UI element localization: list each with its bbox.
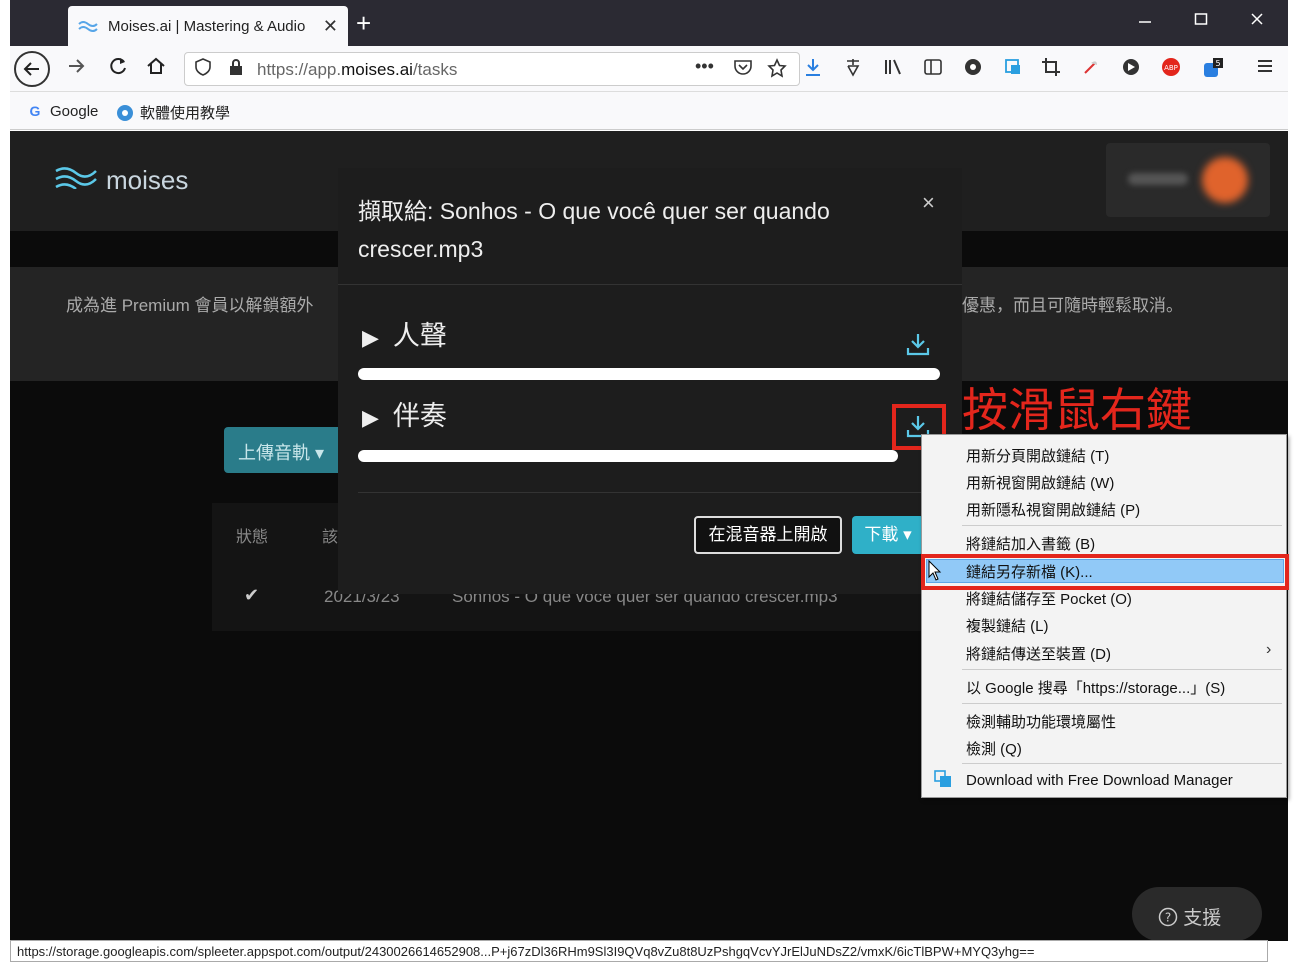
bookmark-star-icon[interactable] [767, 58, 787, 83]
banner-text-right: 優惠，而且可隨時輕鬆取消。 [962, 296, 1183, 315]
save-link-highlight-box [921, 554, 1289, 590]
reload-icon[interactable] [108, 56, 128, 82]
menu-send-to-device[interactable]: 將鏈結傳送至裝置 (D) [966, 643, 1111, 664]
shield-icon[interactable] [195, 58, 211, 81]
menu-open-private-window[interactable]: 用新隱私視窗開啟鏈結 (P) [966, 499, 1140, 520]
track-vocals[interactable]: ▶ 人聲 [362, 314, 447, 353]
stems-modal: 擷取給: Sonhos - O que você quer ser quando… [338, 168, 962, 594]
menu-hamburger-icon[interactable] [1254, 57, 1276, 80]
menu-separator [962, 669, 1282, 670]
tab-close-icon[interactable]: ✕ [323, 16, 338, 37]
new-tab-button[interactable]: + [356, 8, 371, 39]
browser-titlebar: Moises.ai | Mastering & Audio ✕ + [10, 0, 1288, 46]
menu-google-search[interactable]: 以 Google 搜尋「https://storage...」(S) [966, 677, 1225, 698]
bookmarks-bar: G Google 軟體使用教學 [10, 92, 1288, 130]
downloads-icon[interactable] [802, 57, 824, 82]
play-icon[interactable]: ▶ [362, 325, 379, 350]
avatar-image-blur [1202, 157, 1248, 203]
help-circle-icon: ? [1158, 907, 1183, 929]
modal-footer-divider [358, 492, 940, 493]
extension-circle-icon[interactable] [962, 57, 984, 82]
moises-wave-icon [54, 165, 98, 196]
minimize-icon[interactable] [1138, 10, 1152, 31]
status-bar-url: https://storage.googleapis.com/spleeter.… [10, 940, 1268, 962]
maximize-icon[interactable] [1194, 10, 1208, 31]
forward-arrow-icon[interactable] [66, 56, 86, 82]
crop-icon[interactable] [1040, 57, 1062, 82]
sidebar-icon[interactable] [922, 57, 944, 82]
bookmark-google[interactable]: G Google [26, 102, 99, 120]
url-text: https://app.moises.ai/tasks [257, 60, 458, 79]
column-header-status: 狀態 [236, 529, 269, 546]
user-avatar[interactable] [1106, 143, 1270, 217]
annotation-right-click: 按滑鼠右鍵 [962, 383, 1192, 437]
context-menu: 用新分頁開啟鏈結 (T) 用新視窗開啟鏈結 (W) 用新隱私視窗開啟鏈結 (P)… [921, 434, 1287, 798]
extension-badge-icon[interactable]: 5 [1202, 57, 1224, 84]
column-header-title: 該 [322, 529, 339, 546]
mouse-cursor-icon [928, 559, 942, 582]
library-icon[interactable] [882, 57, 904, 82]
free-download-manager-icon [934, 770, 952, 788]
pocket-icon[interactable] [733, 58, 753, 81]
home-icon[interactable] [146, 56, 166, 82]
feather-icon[interactable] [1080, 57, 1102, 82]
open-in-mixer-button[interactable]: 在混音器上開啟 [694, 516, 842, 554]
menu-inspect[interactable]: 檢測 (Q) [966, 738, 1022, 759]
menu-separator [962, 763, 1282, 764]
page-actions-icon[interactable]: ••• [695, 56, 714, 77]
menu-open-new-tab[interactable]: 用新分頁開啟鏈結 (T) [966, 445, 1109, 466]
screenshot-icon[interactable] [1002, 57, 1024, 82]
browser-tab[interactable]: Moises.ai | Mastering & Audio ✕ [68, 6, 348, 46]
modal-divider [338, 284, 962, 285]
banner-text-left: 成為進 Premium 會員以解鎖額外 [66, 296, 314, 315]
menu-save-to-pocket[interactable]: 將鏈結儲存至 Pocket (O) [966, 588, 1132, 609]
track-accompaniment[interactable]: ▶ 伴奏 [362, 394, 447, 433]
avatar-name-blur [1128, 173, 1188, 185]
svg-text:?: ? [1165, 911, 1171, 925]
window-close-icon[interactable] [1250, 10, 1264, 31]
support-button[interactable]: ? 支援 [1132, 887, 1262, 941]
menu-inspect-accessibility[interactable]: 檢測輔助功能環境屬性 [966, 711, 1116, 732]
play-icon[interactable]: ▶ [362, 405, 379, 430]
menu-copy-link[interactable]: 複製鏈結 (L) [966, 615, 1049, 636]
tab-title: Moises.ai | Mastering & Audio [108, 17, 306, 35]
adblock-icon[interactable]: ABP [1160, 57, 1182, 82]
menu-free-download-manager[interactable]: Download with Free Download Manager [966, 772, 1233, 789]
upload-track-button[interactable]: 上傳音軌 ▾ [224, 427, 348, 473]
moises-logo[interactable]: moises [54, 165, 188, 196]
svg-text:5: 5 [1215, 59, 1220, 68]
download-dropdown-button[interactable]: 下載 ▾ [852, 516, 924, 554]
accompaniment-waveform-bar[interactable] [358, 450, 898, 462]
bookmark-globe-icon [116, 104, 134, 122]
moises-favicon-icon [78, 19, 100, 33]
translate-icon[interactable] [842, 57, 864, 82]
navigation-toolbar: https://app.moises.ai/tasks ••• ABP 5 [10, 46, 1288, 92]
screen: Moises.ai | Mastering & Audio ✕ + https:… [0, 0, 1294, 968]
menu-separator [962, 525, 1282, 526]
back-arrow-icon[interactable] [14, 51, 50, 87]
svg-text:ABP: ABP [1164, 64, 1178, 72]
modal-title: 擷取給: Sonhos - O que você quer ser quando… [358, 198, 830, 262]
download-vocals-icon[interactable] [904, 330, 932, 358]
bookmark-software-tutorial[interactable]: 軟體使用教學 [116, 102, 230, 123]
menu-open-new-window[interactable]: 用新視窗開啟鏈結 (W) [966, 472, 1114, 493]
menu-bookmark-link[interactable]: 將鏈結加入書籤 (B) [966, 533, 1095, 554]
submenu-chevron-icon: › [1266, 641, 1272, 658]
google-icon: G [29, 103, 41, 119]
lock-icon[interactable] [229, 58, 243, 81]
extension-dark-icon[interactable] [1120, 57, 1142, 82]
menu-separator [962, 703, 1282, 704]
vocals-waveform-bar[interactable] [358, 368, 940, 380]
modal-close-icon[interactable]: × [922, 190, 935, 216]
row-check-icon: ✔ [244, 585, 260, 605]
url-bar[interactable]: https://app.moises.ai/tasks ••• [184, 52, 800, 86]
